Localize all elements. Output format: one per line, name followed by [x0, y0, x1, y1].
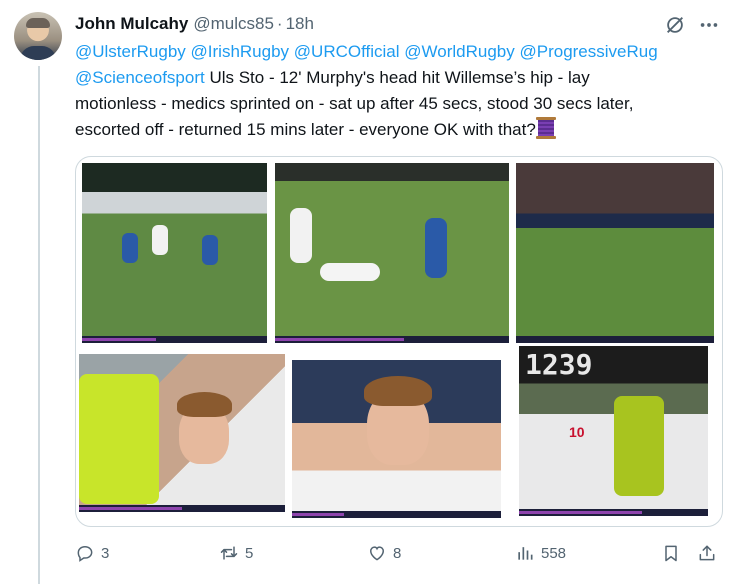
mention-link[interactable]: @Scienceofsport — [75, 68, 205, 87]
referee-figure — [614, 396, 664, 496]
action-bar: 3 5 8 558 — [75, 538, 735, 568]
player-figure — [202, 235, 218, 265]
tweet-time[interactable]: 18h — [286, 13, 314, 35]
tweet-header: John Mulcahy @mulcs85 · 18h — [75, 13, 314, 35]
bookmark-icon — [665, 545, 677, 562]
tweet-text: @UlsterRugby @IrishRugby @URCOfficial @W… — [75, 39, 745, 143]
tweet-text-segment: escorted off - returned 15 mins later - … — [75, 120, 536, 139]
video-progress — [516, 336, 714, 343]
tweet-text-line: escorted off - returned 15 mins later - … — [75, 117, 745, 143]
views-button[interactable]: 558 — [515, 538, 566, 568]
more-icon[interactable] — [698, 14, 720, 36]
repost-count: 5 — [245, 544, 254, 562]
mention-link[interactable]: @WorldRugby — [404, 42, 514, 61]
avatar-shirt — [20, 46, 56, 60]
player-figure — [122, 233, 138, 263]
photo-tackle-wide[interactable] — [82, 163, 267, 343]
video-progress — [292, 511, 501, 518]
video-progress — [519, 509, 708, 516]
jersey-number: 10 — [569, 424, 585, 440]
thread-line — [38, 66, 40, 584]
video-progress — [79, 505, 285, 512]
repost-button[interactable]: 5 — [219, 538, 253, 568]
avatar-hair — [26, 18, 50, 28]
reply-count: 3 — [101, 544, 110, 562]
tweet-text-segment: motionless - medics sprinted on - sat up… — [75, 94, 634, 113]
separator-dot: · — [276, 14, 283, 33]
author-handle[interactable]: @mulcs85 — [193, 13, 274, 35]
player-hair — [177, 392, 232, 417]
photo-stadium[interactable] — [516, 163, 714, 343]
views-icon — [518, 547, 533, 560]
like-button[interactable]: 8 — [367, 538, 401, 568]
photo-player-down[interactable] — [275, 163, 509, 343]
mention-link[interactable]: @URCOfficial — [294, 42, 400, 61]
mention-link[interactable]: @ProgressiveRug — [519, 42, 657, 61]
photo-medic[interactable] — [79, 354, 285, 512]
author-display-name[interactable]: John Mulcahy — [75, 13, 188, 35]
repost-icon — [220, 546, 238, 560]
mention-link[interactable]: @UlsterRugby — [75, 42, 186, 61]
share-icon — [699, 545, 715, 561]
reply-button[interactable]: 3 — [75, 538, 109, 568]
photo-player-closeup[interactable] — [292, 360, 501, 518]
mention-link[interactable]: @IrishRugby — [191, 42, 290, 61]
view-count: 558 — [541, 544, 567, 562]
scoreboard-clock: 1239 — [525, 348, 593, 381]
tweet-text-line: motionless - medics sprinted on - sat up… — [75, 91, 745, 117]
like-count: 8 — [393, 544, 402, 562]
bookmark-button[interactable] — [661, 538, 681, 568]
photo-escorted-off[interactable]: 1239 10 — [519, 346, 708, 516]
thread-emoji-icon — [535, 117, 556, 139]
media-grid: 1239 10 — [75, 156, 723, 527]
player-figure — [425, 218, 447, 278]
player-figure — [320, 263, 380, 281]
player-figure — [290, 208, 312, 263]
video-progress — [275, 336, 509, 343]
heart-icon — [369, 546, 385, 561]
tweet-text-line: @Scienceofsport Uls Sto - 12' Murphy's h… — [75, 65, 745, 91]
grok-icon[interactable] — [664, 14, 686, 36]
medic-hivis-vest — [79, 374, 159, 504]
player-hair — [364, 376, 432, 406]
share-button[interactable] — [697, 538, 717, 568]
tweet-text-line: @UlsterRugby @IrishRugby @URCOfficial @W… — [75, 39, 745, 65]
tweet-text-segment: Uls Sto - 12' Murphy's head hit Willemse… — [204, 68, 590, 87]
reply-icon — [77, 545, 93, 562]
avatar[interactable] — [14, 12, 62, 60]
video-progress — [82, 336, 267, 343]
player-figure — [152, 225, 168, 255]
